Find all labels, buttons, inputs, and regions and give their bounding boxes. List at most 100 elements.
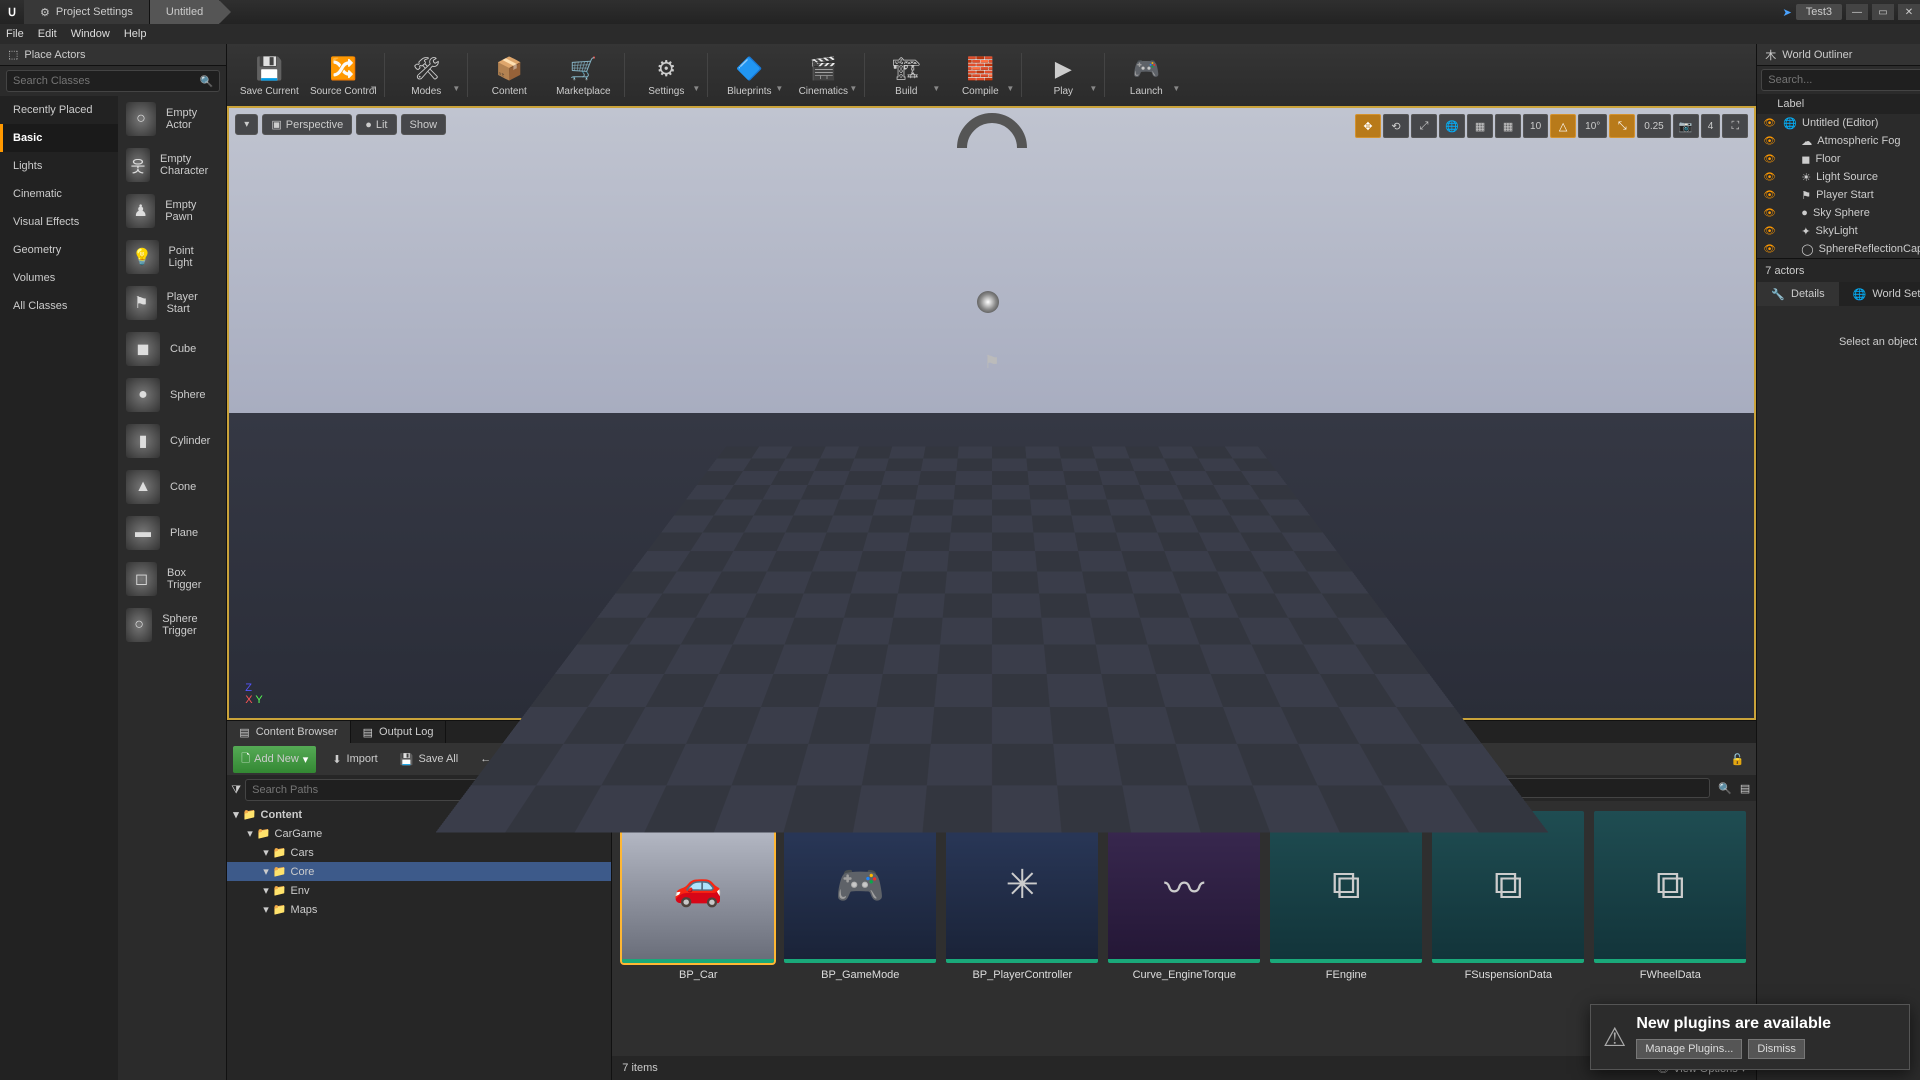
actor-item[interactable]: ●Sphere [118,372,226,418]
outliner-row[interactable]: 👁✦SkyLightSkyLight [1757,222,1920,240]
toolbar-cinematics-button[interactable]: 🎬Cinematics▼ [787,47,859,103]
search-classes-input[interactable] [13,75,200,87]
actor-item[interactable]: 웃Empty Character [118,142,226,188]
manage-plugins-button[interactable]: Manage Plugins... [1636,1039,1742,1059]
category-item[interactable]: Visual Effects [0,208,118,236]
visibility-toggle-icon[interactable]: 👁 [1763,118,1777,129]
asset-item[interactable]: ⧉FWheelData [1594,811,1746,981]
details-tab[interactable]: 🔧Details [1757,282,1838,306]
expand-icon[interactable]: ▾ [263,884,269,897]
category-item[interactable]: Basic [0,124,118,152]
place-actors-tab[interactable]: ⬚ Place Actors [0,44,226,66]
visibility-toggle-icon[interactable]: 👁 [1763,208,1777,219]
asset-item[interactable]: ⧉FEngine [1270,811,1422,981]
viewport[interactable]: ▾ ▣Perspective ●Lit Show ✥ ⟲ ⤢ 🌐 ▦ ▦ 10 … [227,106,1756,720]
visibility-toggle-icon[interactable]: 👁 [1763,244,1777,255]
import-button[interactable]: ⬇ Import [326,749,383,770]
tree-node[interactable]: ▾📁Cars [227,843,611,862]
toolbar-launch-button[interactable]: 🎮Launch▼ [1110,47,1182,103]
add-new-button[interactable]: 🗋 Add New ▾ [233,746,316,773]
visibility-toggle-icon[interactable]: 👁 [1763,136,1777,147]
asset-item[interactable]: 〰Curve_EngineTorque [1108,811,1260,981]
window-close-button[interactable]: ✕ [1898,4,1920,20]
scale-snap-button[interactable]: ⤡ [1609,114,1635,138]
window-minimize-button[interactable]: ― [1846,4,1868,20]
expand-icon[interactable]: ▾ [233,808,239,821]
toolbar-source-control-button[interactable]: 🔀Source Control▼ [307,47,379,103]
outliner-search-input[interactable] [1768,74,1920,86]
scale-snap-value[interactable]: 0.25 [1637,114,1670,138]
category-item[interactable]: Geometry [0,236,118,264]
actor-item[interactable]: 💡Point Light [118,234,226,280]
outliner-row[interactable]: 👁⚑Player StartPlayerStart [1757,186,1920,204]
transform-rotate-button[interactable]: ⟲ [1383,114,1409,138]
save-all-button[interactable]: 💾 Save All [394,749,464,770]
asset-item[interactable]: 🚗BP_Car [622,811,774,981]
viewport-lit-button[interactable]: ●Lit [356,114,396,135]
send-icon[interactable]: ➤ [1782,6,1791,19]
actor-item[interactable]: ▲Cone [118,464,226,510]
actor-item[interactable]: ⚑Player Start [118,280,226,326]
expand-icon[interactable]: ▾ [263,846,269,859]
category-item[interactable]: Recently Placed [0,96,118,124]
menu-file[interactable]: File [6,28,24,40]
output-log-tab[interactable]: ▤Output Log [351,721,447,743]
toolbar-blueprints-button[interactable]: 🔷Blueprints▼ [713,47,785,103]
tree-node[interactable]: ▾📁Maps [227,900,611,919]
expand-icon[interactable]: ▾ [247,827,253,840]
expand-icon[interactable]: ▾ [263,865,269,878]
visibility-toggle-icon[interactable]: 👁 [1763,190,1777,201]
angle-snap-value[interactable]: 10° [1578,114,1607,138]
actor-item[interactable]: ○Sphere Trigger [118,602,226,648]
actor-item[interactable]: ♟Empty Pawn [118,188,226,234]
viewport-show-button[interactable]: Show [401,114,447,135]
outliner-row[interactable]: 👁☀Light SourceDirectionalLight [1757,168,1920,186]
outliner-row[interactable]: 👁◼FloorStaticMeshActor [1757,150,1920,168]
asset-options-button[interactable]: ▤ [1740,782,1750,795]
outliner-row[interactable]: 👁☁Atmospheric FogAtmosphericFog [1757,132,1920,150]
toolbar-modes-button[interactable]: 🛠Modes▼ [390,47,462,103]
toolbar-marketplace-button[interactable]: 🛒Marketplace [547,47,619,103]
surface-snap-button[interactable]: ▦ [1467,114,1493,138]
expand-icon[interactable]: ▾ [263,903,269,916]
viewport-perspective-button[interactable]: ▣Perspective [262,114,352,135]
search-classes-field[interactable]: 🔍 [6,70,220,92]
tree-node[interactable]: ▾📁Env [227,881,611,900]
asset-item[interactable]: ⧉FSuspensionData [1432,811,1584,981]
content-browser-tab[interactable]: ▤Content Browser [227,721,350,743]
category-item[interactable]: Volumes [0,264,118,292]
actor-item[interactable]: ◻Box Trigger [118,556,226,602]
angle-snap-button[interactable]: △ [1550,114,1576,138]
actor-item[interactable]: ▬Plane [118,510,226,556]
asset-item[interactable]: ✳BP_PlayerController [946,811,1098,981]
lock-button[interactable]: 🔓 [1725,749,1751,770]
visibility-toggle-icon[interactable]: 👁 [1763,154,1777,165]
world-settings-tab[interactable]: 🌐World Settings [1839,282,1920,306]
transform-move-button[interactable]: ✥ [1355,114,1381,138]
transform-scale-button[interactable]: ⤢ [1411,114,1437,138]
actor-item[interactable]: ◼Cube [118,326,226,372]
menu-edit[interactable]: Edit [38,28,57,40]
coord-space-button[interactable]: 🌐 [1439,114,1465,138]
tree-node[interactable]: ▾📁Core [227,862,611,881]
maximize-viewport-button[interactable]: ⛶ [1722,114,1748,138]
toolbar-play-button[interactable]: ▶Play▼ [1027,47,1099,103]
category-item[interactable]: Cinematic [0,180,118,208]
camera-speed-value[interactable]: 4 [1701,114,1721,138]
actor-item[interactable]: ▮Cylinder [118,418,226,464]
col-label[interactable]: Label [1777,98,1920,110]
outliner-search-field[interactable]: 🔍 ➕ [1761,69,1920,91]
title-tab-untitled[interactable]: Untitled [150,0,220,24]
category-item[interactable]: All Classes [0,292,118,320]
visibility-toggle-icon[interactable]: 👁 [1763,226,1777,237]
dismiss-button[interactable]: Dismiss [1748,1039,1805,1059]
outliner-row[interactable]: 👁●Sky SphereEdit BP_Sky_Sphere [1757,204,1920,222]
category-item[interactable]: Lights [0,152,118,180]
window-maximize-button[interactable]: ▭ [1872,4,1894,20]
actor-item[interactable]: ○Empty Actor [118,96,226,142]
viewport-options-button[interactable]: ▾ [235,114,258,135]
filter-icon[interactable]: ⧩ [231,784,241,797]
asset-item[interactable]: 🎮BP_GameMode [784,811,936,981]
toolbar-settings-button[interactable]: ⚙Settings▼ [630,47,702,103]
camera-speed-button[interactable]: 📷 [1673,114,1699,138]
